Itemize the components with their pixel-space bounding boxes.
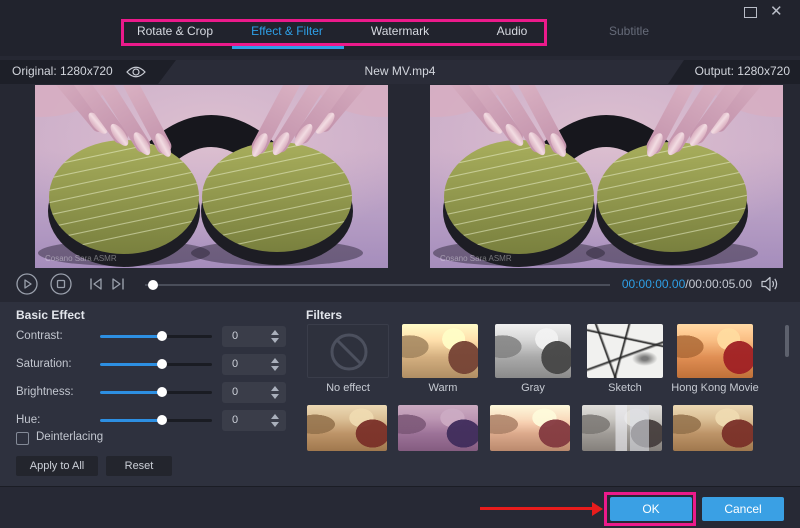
seek-slider-thumb[interactable]: [148, 280, 158, 290]
volume-icon[interactable]: [760, 276, 780, 297]
filter-thumb-no-effect[interactable]: [307, 324, 389, 378]
prev-frame-icon[interactable]: [88, 277, 104, 296]
hue-label: Hue:: [16, 414, 40, 426]
active-tab-underline: [232, 46, 344, 49]
apply-to-all-button[interactable]: Apply to All: [16, 456, 98, 476]
filter-thumb-row2-3[interactable]: [490, 405, 570, 451]
filter-thumb-row2-4[interactable]: [582, 405, 662, 451]
no-effect-icon: [308, 325, 389, 378]
current-time: 00:00:00.00: [622, 277, 685, 291]
preview-zone: Original: 1280x720 New MV.mp4 Output: 12…: [0, 56, 800, 302]
brightness-slider[interactable]: [100, 391, 212, 394]
filter-label: Hong Kong Movie: [667, 382, 763, 394]
effect-filter-dialog: Rotate & Crop Effect & Filter Watermark …: [0, 0, 800, 528]
filter-thumb-warm[interactable]: [402, 324, 478, 378]
tab-subtitle[interactable]: Subtitle: [579, 24, 679, 42]
spin-down-icon[interactable]: [271, 394, 279, 399]
filter-thumb-row2-5[interactable]: [673, 405, 753, 451]
tab-effect-filter[interactable]: Effect & Filter: [237, 24, 337, 42]
next-frame-icon[interactable]: [110, 277, 126, 296]
hue-spinner[interactable]: 0: [222, 410, 286, 431]
saturation-spinner[interactable]: 0: [222, 354, 286, 375]
adjustments-panel: Basic Effect Contrast: 0 Saturation: 0 B…: [0, 302, 800, 486]
file-name: New MV.mp4: [0, 64, 800, 78]
filter-label: Sketch: [577, 382, 673, 394]
contrast-label: Contrast:: [16, 330, 63, 342]
preview-header: Original: 1280x720 New MV.mp4 Output: 12…: [0, 60, 800, 84]
contrast-spinner[interactable]: 0: [222, 326, 286, 347]
annotation-arrow-head: [592, 502, 603, 516]
hue-slider[interactable]: [100, 419, 212, 422]
tab-watermark[interactable]: Watermark: [350, 24, 450, 42]
spin-up-icon[interactable]: [271, 358, 279, 363]
title-bar: Rotate & Crop Effect & Filter Watermark …: [0, 0, 800, 56]
close-icon[interactable]: ✕: [770, 2, 783, 20]
total-time: 00:00:05.00: [689, 277, 752, 291]
video-watermark: Cosano Sara ASMR: [45, 254, 117, 263]
filters-scrollbar[interactable]: [785, 325, 789, 357]
footer-bar: OK Cancel: [0, 486, 800, 528]
seek-slider[interactable]: [145, 284, 610, 286]
stop-icon[interactable]: [50, 273, 72, 300]
reset-button[interactable]: Reset: [106, 456, 172, 476]
filter-thumb-row2-2[interactable]: [398, 405, 478, 451]
tab-audio[interactable]: Audio: [462, 24, 562, 42]
output-preview-video: Cosano Sara ASMR: [430, 85, 783, 268]
deinterlacing-checkbox[interactable]: [16, 432, 29, 445]
brightness-label: Brightness:: [16, 386, 74, 398]
contrast-slider[interactable]: [100, 335, 212, 338]
filter-label: Warm: [395, 382, 491, 394]
playback-bar: 00:00:00.00/00:00:05.00: [0, 268, 800, 302]
filter-label: No effect: [300, 382, 396, 394]
filters-title: Filters: [306, 308, 342, 322]
video-watermark: Cosano Sara ASMR: [440, 254, 512, 263]
play-icon[interactable]: [16, 273, 38, 300]
basic-effect-title: Basic Effect: [16, 308, 85, 322]
deinterlacing-label: Deinterlacing: [36, 431, 103, 443]
brightness-spinner[interactable]: 0: [222, 382, 286, 403]
filter-label: Gray: [485, 382, 581, 394]
time-display: 00:00:00.00/00:00:05.00: [622, 277, 752, 291]
spin-up-icon[interactable]: [271, 414, 279, 419]
filter-thumb-sketch[interactable]: [587, 324, 663, 378]
annotation-arrow: [480, 507, 594, 510]
filter-thumb-gray[interactable]: [495, 324, 571, 378]
tab-rotate-crop[interactable]: Rotate & Crop: [125, 24, 225, 42]
saturation-label: Saturation:: [16, 358, 72, 370]
output-size-label: Output: 1280x720: [695, 64, 790, 78]
spin-down-icon[interactable]: [271, 422, 279, 427]
ok-button[interactable]: OK: [610, 497, 692, 521]
spin-up-icon[interactable]: [271, 386, 279, 391]
spin-down-icon[interactable]: [271, 366, 279, 371]
filter-thumb-hong-kong-movie[interactable]: [677, 324, 753, 378]
saturation-slider[interactable]: [100, 363, 212, 366]
spin-up-icon[interactable]: [271, 330, 279, 335]
original-preview-video: Cosano Sara ASMR: [35, 85, 388, 268]
cancel-button[interactable]: Cancel: [702, 497, 784, 521]
spin-down-icon[interactable]: [271, 338, 279, 343]
filter-thumb-row2-1[interactable]: [307, 405, 387, 451]
maximize-icon[interactable]: [744, 7, 757, 18]
